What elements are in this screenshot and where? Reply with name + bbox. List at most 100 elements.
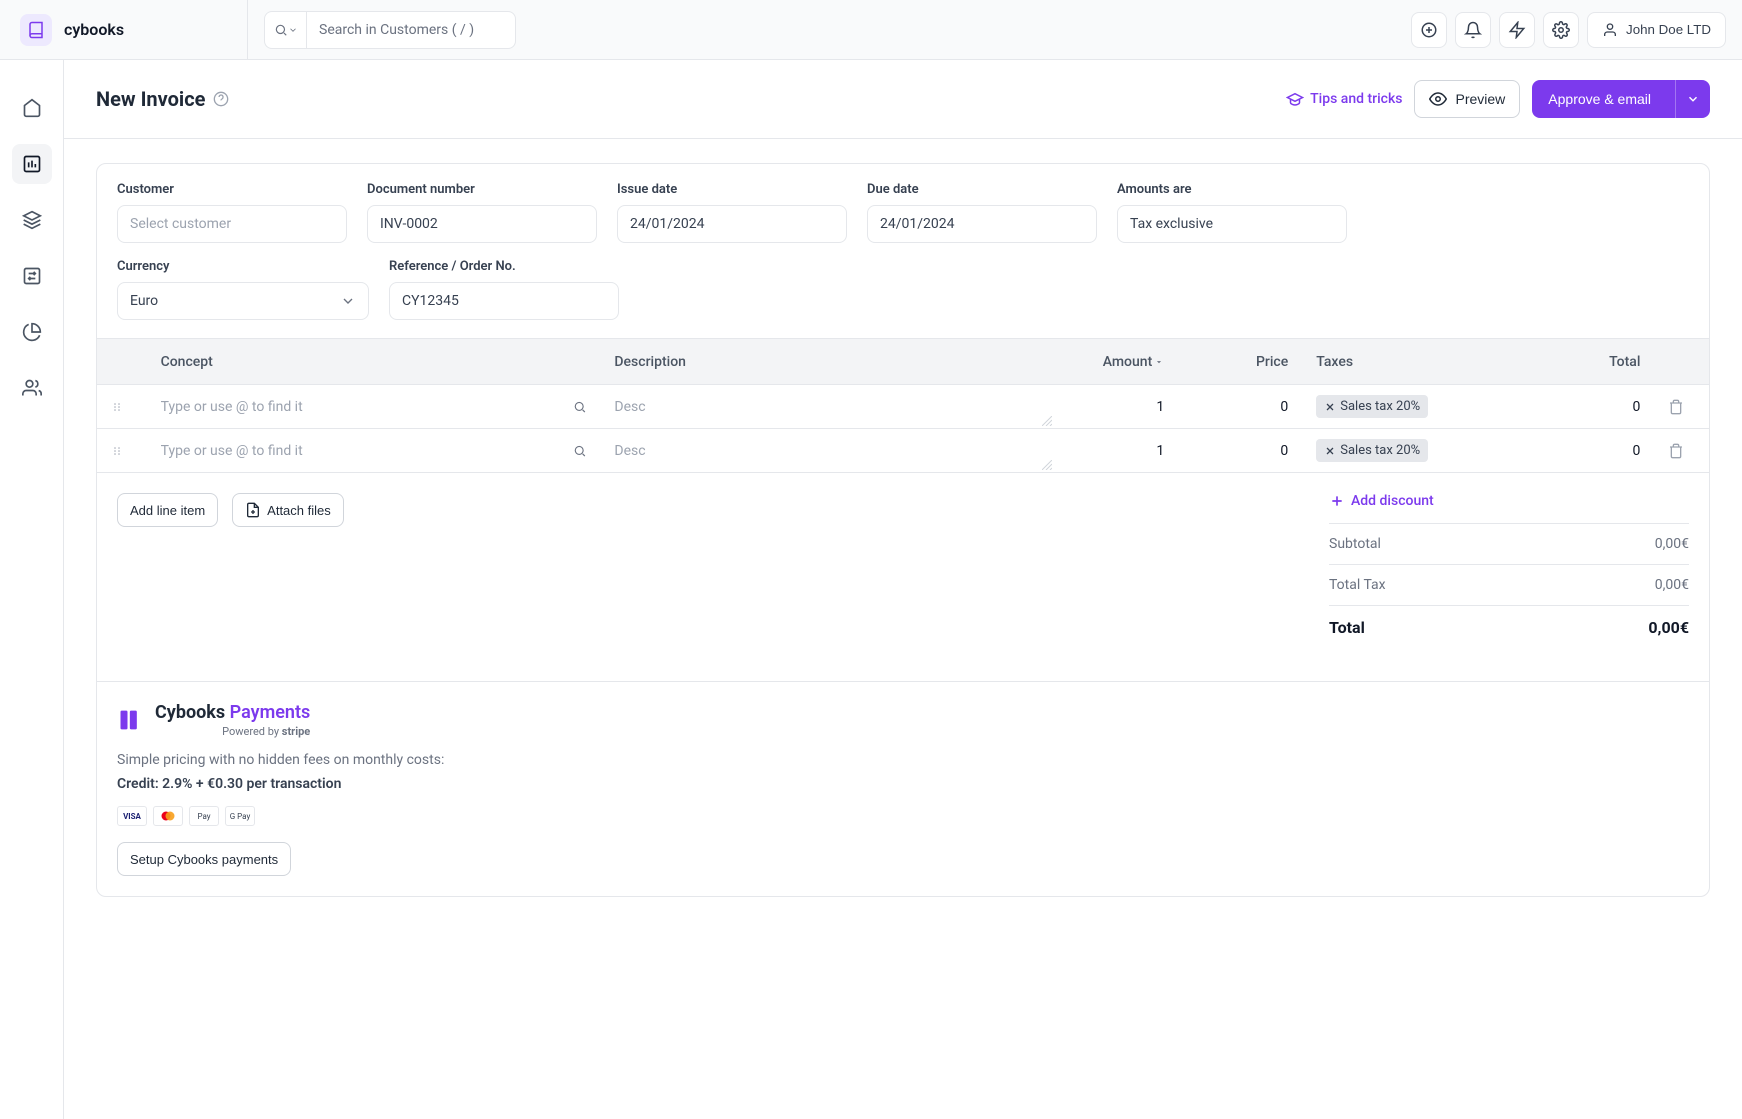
tax-chip[interactable]: Sales tax 20% xyxy=(1316,439,1428,462)
tips-and-tricks-link[interactable]: Tips and tricks xyxy=(1286,90,1402,108)
reference-input[interactable] xyxy=(389,282,619,320)
amounts-are-select[interactable]: Tax exclusive xyxy=(1117,205,1347,243)
sidebar xyxy=(0,60,64,1119)
setup-payments-button[interactable]: Setup Cybooks payments xyxy=(117,842,291,876)
customer-input[interactable] xyxy=(117,205,347,243)
add-line-button[interactable]: Add line item xyxy=(117,493,218,527)
th-amount[interactable]: Amount xyxy=(1054,339,1178,385)
concept-input[interactable] xyxy=(161,443,573,459)
search-scope-toggle[interactable] xyxy=(264,11,306,49)
eye-icon xyxy=(1429,90,1447,108)
table-row: 1 0 Sales tax 20% 0 xyxy=(97,429,1709,473)
caret-down-icon xyxy=(1154,357,1164,367)
add-discount-link[interactable]: Add discount xyxy=(1329,493,1689,523)
book-icon xyxy=(27,21,45,39)
academic-cap-icon xyxy=(1286,90,1304,108)
user-menu[interactable]: John Doe LTD xyxy=(1587,12,1726,48)
search xyxy=(264,11,516,49)
concept-input[interactable] xyxy=(161,399,573,415)
sidebar-item-contacts[interactable] xyxy=(12,368,52,408)
attach-icon xyxy=(245,502,261,518)
users-icon xyxy=(22,378,42,398)
description-input[interactable] xyxy=(614,399,1050,415)
payments-logo xyxy=(117,706,145,734)
brand-name: cybooks xyxy=(64,20,124,39)
home-icon xyxy=(22,98,42,118)
close-icon xyxy=(1324,445,1336,457)
add-button[interactable] xyxy=(1411,12,1447,48)
approve-dropdown[interactable] xyxy=(1675,80,1710,118)
currency-select[interactable]: Euro xyxy=(117,282,369,320)
field-currency: Currency Euro xyxy=(117,259,369,320)
search-icon xyxy=(274,23,288,37)
summary-subtotal: Subtotal 0,00€ xyxy=(1329,523,1689,564)
resize-handle[interactable] xyxy=(1042,460,1052,470)
due-date-input[interactable] xyxy=(867,205,1097,243)
th-taxes: Taxes xyxy=(1302,339,1530,385)
price-value[interactable]: 0 xyxy=(1280,443,1288,459)
row-total: 0 xyxy=(1633,443,1641,459)
preview-button[interactable]: Preview xyxy=(1414,80,1520,118)
bell-icon xyxy=(1464,21,1482,39)
drag-handle[interactable] xyxy=(111,401,133,413)
field-document-number: Document number xyxy=(367,182,597,243)
sidebar-item-analytics[interactable] xyxy=(12,312,52,352)
gear-icon xyxy=(1552,21,1570,39)
search-icon[interactable] xyxy=(573,400,587,414)
brand-logo xyxy=(20,14,52,46)
table-row: 1 0 Sales tax 20% 0 xyxy=(97,385,1709,429)
settings-button[interactable] xyxy=(1543,12,1579,48)
drag-handle[interactable] xyxy=(111,445,133,457)
invoice-card: Customer Document number Issue date xyxy=(96,163,1710,897)
close-icon xyxy=(1324,401,1336,413)
sidebar-item-home[interactable] xyxy=(12,88,52,128)
delete-row-button[interactable] xyxy=(1668,399,1695,415)
price-value[interactable]: 0 xyxy=(1280,399,1288,415)
chevron-down-icon xyxy=(288,25,298,35)
row-total: 0 xyxy=(1633,399,1641,415)
th-total: Total xyxy=(1530,339,1654,385)
sidebar-item-stack[interactable] xyxy=(12,200,52,240)
search-icon[interactable] xyxy=(573,444,587,458)
help-icon[interactable] xyxy=(213,91,229,107)
sidebar-item-reports[interactable] xyxy=(12,144,52,184)
user-icon xyxy=(1602,22,1618,38)
google-pay-badge: G Pay xyxy=(225,806,255,826)
amount-value[interactable]: 1 xyxy=(1156,443,1164,459)
field-reference: Reference / Order No. xyxy=(389,259,619,320)
actions-button[interactable] xyxy=(1499,12,1535,48)
payments-description: Simple pricing with no hidden fees on mo… xyxy=(117,752,1689,768)
summary-tax: Total Tax 0,00€ xyxy=(1329,564,1689,605)
bolt-icon xyxy=(1508,21,1526,39)
issue-date-input[interactable] xyxy=(617,205,847,243)
delete-row-button[interactable] xyxy=(1668,443,1695,459)
approve-button[interactable]: Approve & email xyxy=(1532,80,1710,118)
summary-total: Total 0,00€ xyxy=(1329,605,1689,649)
page-title: New Invoice xyxy=(96,87,205,111)
apple-pay-badge: Pay xyxy=(189,806,219,826)
chevron-down-icon xyxy=(1686,92,1700,106)
field-amounts-are: Amounts are Tax exclusive xyxy=(1117,182,1347,243)
attach-files-button[interactable]: Attach files xyxy=(232,493,344,527)
sidebar-item-transactions[interactable] xyxy=(12,256,52,296)
pie-chart-icon xyxy=(22,322,42,342)
document-number-input[interactable] xyxy=(367,205,597,243)
th-concept: Concept xyxy=(147,339,601,385)
tax-chip[interactable]: Sales tax 20% xyxy=(1316,395,1428,418)
plus-circle-icon xyxy=(1420,21,1438,39)
user-label: John Doe LTD xyxy=(1626,22,1711,37)
amount-value[interactable]: 1 xyxy=(1156,399,1164,415)
visa-badge: VISA xyxy=(117,806,147,826)
notifications-button[interactable] xyxy=(1455,12,1491,48)
line-items-table: Concept Description Amount Price Taxes T… xyxy=(97,338,1709,473)
search-input[interactable] xyxy=(306,11,516,49)
mastercard-badge xyxy=(153,806,183,826)
field-due-date: Due date xyxy=(867,182,1097,243)
resize-handle[interactable] xyxy=(1042,416,1052,426)
field-issue-date: Issue date xyxy=(617,182,847,243)
swap-icon xyxy=(22,266,42,286)
brand: cybooks xyxy=(0,0,248,59)
description-input[interactable] xyxy=(614,443,1050,459)
th-description: Description xyxy=(600,339,1054,385)
payments-panel: Cybooks Payments Powered by stripe Simpl… xyxy=(97,681,1709,896)
